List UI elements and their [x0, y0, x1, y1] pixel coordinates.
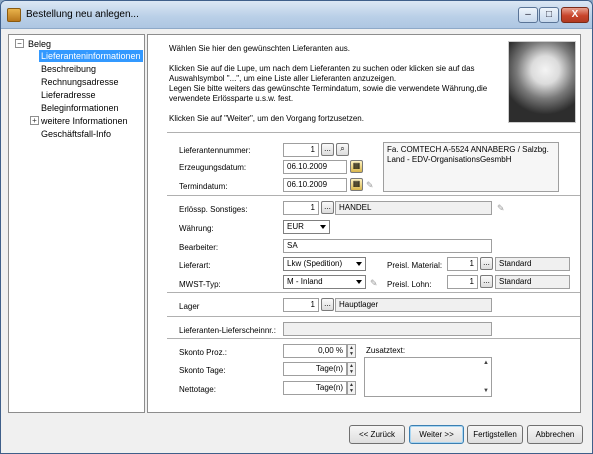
- spin-down-icon[interactable]: ▼: [348, 369, 355, 375]
- tree-item-rechnungsadresse[interactable]: Rechnungsadresse: [41, 76, 119, 88]
- revenue-list-button[interactable]: ...: [321, 201, 334, 214]
- price-material-name: Standard: [495, 257, 570, 271]
- vat-type-label: MWST-Typ:: [179, 280, 221, 289]
- scroll-down-icon[interactable]: ▼: [482, 387, 490, 395]
- editor-label: Bearbeiter:: [179, 243, 219, 252]
- next-button[interactable]: Weiter >>: [409, 425, 464, 444]
- back-button[interactable]: << Zurück: [349, 425, 405, 444]
- extra-text-label: Zusatztext:: [366, 346, 406, 355]
- chevron-down-icon: [356, 280, 362, 284]
- navigation-tree[interactable]: − Beleg Lieferanteninformationen Beschre…: [8, 34, 145, 413]
- finish-button[interactable]: Fertigstellen: [467, 425, 523, 444]
- net-days-input[interactable]: Tage(n): [283, 381, 347, 395]
- spin-down-icon[interactable]: ▼: [348, 351, 355, 357]
- window-title: Bestellung neu anlegen...: [26, 9, 139, 20]
- pencil-icon[interactable]: ✎: [370, 278, 380, 289]
- term-date-input[interactable]: 06.10.2009: [283, 178, 347, 192]
- tree-item-beleginformationen[interactable]: Beleginformationen: [41, 102, 119, 114]
- divider: [167, 316, 580, 317]
- search-icon[interactable]: ⌕: [336, 143, 349, 156]
- divider: [167, 132, 580, 133]
- divider: [167, 292, 580, 293]
- app-icon: [7, 8, 21, 22]
- supplier-address-box: Fa. COMTECH A-5524 ANNABERG / Salzbg. La…: [383, 142, 559, 192]
- assistant-photo: [508, 41, 576, 123]
- supplier-number-input[interactable]: 1: [283, 143, 319, 157]
- close-button[interactable]: X: [561, 7, 589, 23]
- currency-label: Währung:: [179, 224, 214, 233]
- currency-select[interactable]: EUR: [283, 220, 330, 234]
- calendar-icon[interactable]: ▦: [350, 178, 363, 191]
- pencil-icon[interactable]: ✎: [366, 180, 376, 191]
- pencil-icon[interactable]: ✎: [497, 203, 507, 214]
- instructions-p4: Klicken Sie auf "Weiter", um den Vorgang…: [169, 114, 364, 123]
- discount-days-input[interactable]: Tage(n): [283, 362, 347, 376]
- price-wage-label: Preisl. Lohn:: [387, 280, 432, 289]
- storage-name-field: Hauptlager: [335, 298, 492, 312]
- delivery-note-label: Lieferanten-Lieferscheinnr.:: [179, 326, 276, 335]
- tree-item-weitere-informationen[interactable]: weitere Informationen: [41, 115, 128, 127]
- revenue-label: Erlössp. Sonstiges:: [179, 205, 248, 214]
- tree-item-beschreibung[interactable]: Beschreibung: [41, 63, 96, 75]
- delivery-note-input[interactable]: [283, 322, 492, 336]
- tree-item-lieferadresse[interactable]: Lieferadresse: [41, 89, 96, 101]
- instructions-text: Wählen Sie hier den gewünschten Lieferan…: [169, 44, 514, 124]
- price-wage-list-button[interactable]: ...: [480, 275, 493, 288]
- price-material-list-button[interactable]: ...: [480, 257, 493, 270]
- net-days-label: Nettotage:: [179, 385, 216, 394]
- chevron-down-icon: [356, 262, 362, 266]
- discount-spinner[interactable]: ▲ ▼: [347, 344, 356, 358]
- instructions-p2: Klicken Sie auf die Lupe, um nach dem Li…: [169, 64, 475, 83]
- discount-days-label: Skonto Tage:: [179, 366, 226, 375]
- term-date-label: Termindatum:: [179, 182, 228, 191]
- discount-days-spinner[interactable]: ▲ ▼: [347, 362, 356, 376]
- discount-label: Skonto Proz.:: [179, 348, 228, 357]
- price-wage-name: Standard: [495, 275, 570, 289]
- currency-value: EUR: [287, 222, 304, 231]
- spin-down-icon[interactable]: ▼: [348, 388, 355, 394]
- divider: [167, 195, 580, 196]
- title-bar[interactable]: Bestellung neu anlegen... – □ X: [1, 1, 592, 29]
- supplier-number-label: Lieferantennummer:: [179, 146, 251, 155]
- extra-text-area[interactable]: ▲ ▼: [364, 357, 492, 397]
- tree-item-lieferanteninformationen[interactable]: Lieferanteninformationen: [39, 50, 143, 62]
- editor-input[interactable]: SA: [283, 239, 492, 253]
- vat-type-select[interactable]: M - Inland: [283, 275, 366, 289]
- discount-input[interactable]: 0,00 %: [283, 344, 347, 358]
- price-material-input[interactable]: 1: [447, 257, 478, 271]
- net-days-spinner[interactable]: ▲ ▼: [347, 381, 356, 395]
- vat-type-value: M - Inland: [287, 277, 323, 286]
- tree-expand-icon[interactable]: +: [30, 116, 39, 125]
- price-material-label: Preisl. Material:: [387, 261, 443, 270]
- tree-item-geschaeftsfall-info[interactable]: Geschäftsfall-Info: [41, 128, 111, 140]
- instructions-p3: Legen Sie bitte weiters das gewünschte T…: [169, 84, 488, 103]
- tree-collapse-icon[interactable]: −: [15, 39, 24, 48]
- tree-root-beleg[interactable]: Beleg: [28, 38, 51, 50]
- minimize-button[interactable]: –: [518, 7, 538, 23]
- scroll-up-icon[interactable]: ▲: [482, 359, 490, 367]
- created-date-label: Erzeugungsdatum:: [179, 163, 247, 172]
- storage-input[interactable]: 1: [283, 298, 319, 312]
- instructions-p1: Wählen Sie hier den gewünschten Lieferan…: [169, 44, 351, 53]
- delivery-type-label: Lieferart:: [179, 261, 211, 270]
- dialog-window: Bestellung neu anlegen... – □ X − Beleg …: [0, 0, 593, 454]
- content-panel: Wählen Sie hier den gewünschten Lieferan…: [147, 34, 581, 413]
- maximize-button[interactable]: □: [539, 7, 559, 23]
- delivery-type-select[interactable]: Lkw (Spedition): [283, 257, 366, 271]
- price-wage-input[interactable]: 1: [447, 275, 478, 289]
- cancel-button[interactable]: Abbrechen: [527, 425, 583, 444]
- revenue-name-field: HANDEL: [335, 201, 492, 215]
- storage-list-button[interactable]: ...: [321, 298, 334, 311]
- chevron-down-icon: [320, 225, 326, 229]
- divider: [167, 338, 580, 339]
- calendar-icon[interactable]: ▦: [350, 160, 363, 173]
- created-date-input[interactable]: 06.10.2009: [283, 160, 347, 174]
- supplier-list-button[interactable]: ...: [321, 143, 334, 156]
- delivery-type-value: Lkw (Spedition): [287, 259, 343, 268]
- revenue-input[interactable]: 1: [283, 201, 319, 215]
- storage-label: Lager: [179, 302, 200, 311]
